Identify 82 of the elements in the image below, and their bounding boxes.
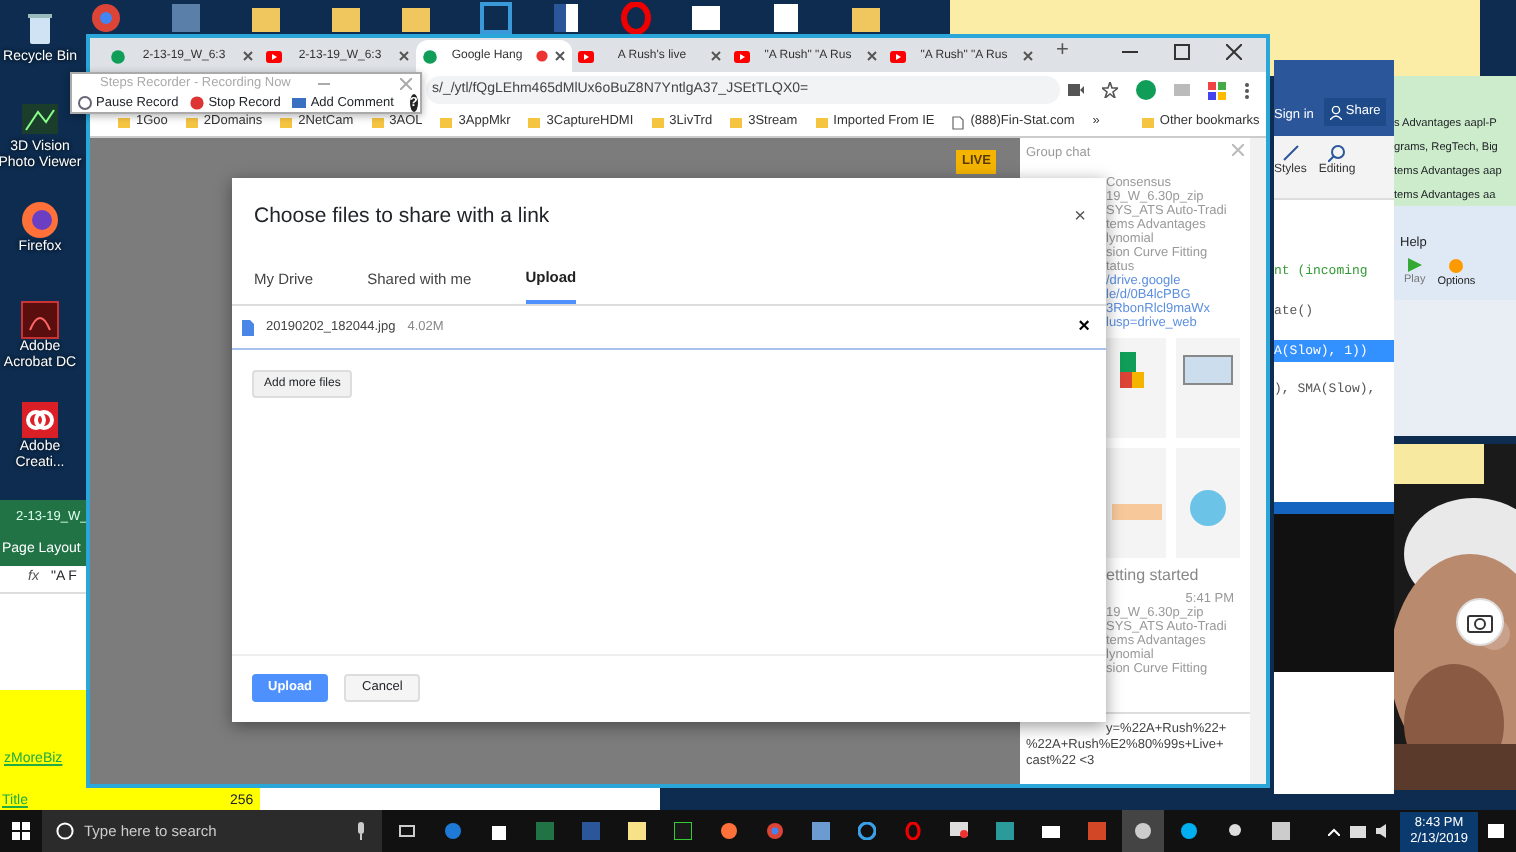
close-icon[interactable]: [554, 50, 566, 62]
camera-icon[interactable]: [1068, 84, 1084, 96]
person-icon: [1329, 105, 1342, 120]
app-icon[interactable]: [674, 822, 692, 840]
dialog-title: Choose files to share with a link: [254, 202, 550, 232]
notification-icon[interactable]: [1488, 823, 1504, 839]
play-icon: [1407, 257, 1422, 272]
store-icon[interactable]: [490, 822, 508, 840]
youtube-icon: [266, 49, 282, 63]
chrome-icon[interactable]: [766, 822, 784, 840]
folder-icon: [118, 115, 130, 129]
folder-icon: [1141, 115, 1154, 129]
app-icon[interactable]: [950, 822, 968, 840]
folder-icon[interactable]: [250, 2, 282, 34]
cube-icon[interactable]: [170, 2, 202, 34]
firefox-icon[interactable]: [20, 200, 60, 240]
file-icon: [242, 319, 254, 335]
extension-icon[interactable]: [1136, 80, 1156, 100]
camera-button[interactable]: [1456, 598, 1504, 646]
folder-icon: [730, 115, 743, 129]
folder-icon: [371, 115, 384, 129]
close-icon[interactable]: [242, 50, 254, 62]
star-icon[interactable]: [1102, 82, 1118, 98]
hangouts-icon: [422, 49, 438, 63]
recording-icon: [536, 50, 548, 62]
page-icon: [952, 115, 965, 129]
network-icon[interactable]: [1350, 825, 1367, 837]
folder-icon[interactable]: [330, 2, 362, 34]
folder-icon[interactable]: [850, 2, 882, 34]
arrow-box-icon[interactable]: [480, 2, 512, 34]
pause-icon: [78, 96, 92, 110]
microphone-icon: [356, 822, 366, 840]
styles-icon: [1281, 144, 1300, 162]
acrobat-icon[interactable]: [20, 300, 60, 340]
document-icon[interactable]: [770, 2, 802, 34]
volume-icon[interactable]: [1376, 824, 1391, 838]
new-tab-button[interactable]: +: [1056, 33, 1069, 66]
gear-icon: [1448, 257, 1465, 274]
close-button[interactable]: ×: [1074, 202, 1086, 233]
document-icon[interactable]: [550, 2, 582, 34]
folder-icon: [185, 115, 198, 129]
youtube-icon: [890, 49, 906, 63]
close-icon[interactable]: [1022, 50, 1034, 62]
document-icon[interactable]: [690, 2, 722, 34]
close-icon[interactable]: [1226, 44, 1242, 60]
folder-icon[interactable]: [400, 2, 432, 34]
opera-icon[interactable]: [620, 2, 652, 34]
close-icon[interactable]: [710, 50, 722, 62]
remove-button[interactable]: ×: [1078, 312, 1090, 342]
youtube-icon: [734, 49, 750, 63]
skype-icon[interactable]: [1180, 822, 1198, 840]
folder-icon: [280, 115, 293, 129]
chrome-icon[interactable]: [90, 2, 122, 34]
extension-icon[interactable]: [1208, 81, 1226, 99]
opera-icon[interactable]: [904, 822, 922, 840]
windows-icon[interactable]: [12, 822, 30, 840]
search-icon: [1328, 144, 1347, 162]
firefox-icon[interactable]: [720, 822, 738, 840]
ie-icon[interactable]: [858, 822, 876, 840]
youtube-icon: [578, 49, 594, 63]
folder-icon: [815, 115, 828, 129]
folder-icon: [651, 115, 664, 129]
stop-icon: [190, 96, 205, 110]
task-view-icon[interactable]: [398, 822, 416, 840]
maximize-icon[interactable]: [1174, 44, 1190, 60]
scrollbar[interactable]: [1250, 138, 1266, 784]
folder-icon: [528, 115, 541, 129]
tray-up-icon[interactable]: [1328, 827, 1341, 835]
menu-icon[interactable]: [1244, 81, 1250, 99]
close-icon[interactable]: [866, 50, 878, 62]
creative-cloud-icon[interactable]: [20, 400, 60, 440]
close-icon[interactable]: [398, 50, 410, 62]
chrome-icon[interactable]: [1134, 822, 1152, 840]
chat-heading: etting started: [1106, 565, 1201, 586]
photo-viewer-icon[interactable]: [20, 100, 60, 140]
app-icon[interactable]: [1226, 822, 1244, 840]
edge-icon[interactable]: [444, 822, 462, 840]
comment-icon: [292, 96, 307, 110]
folder-icon: [440, 115, 453, 129]
camera-icon[interactable]: [1042, 822, 1060, 840]
search-icon: [56, 822, 74, 840]
hangouts-icon: [110, 49, 126, 63]
